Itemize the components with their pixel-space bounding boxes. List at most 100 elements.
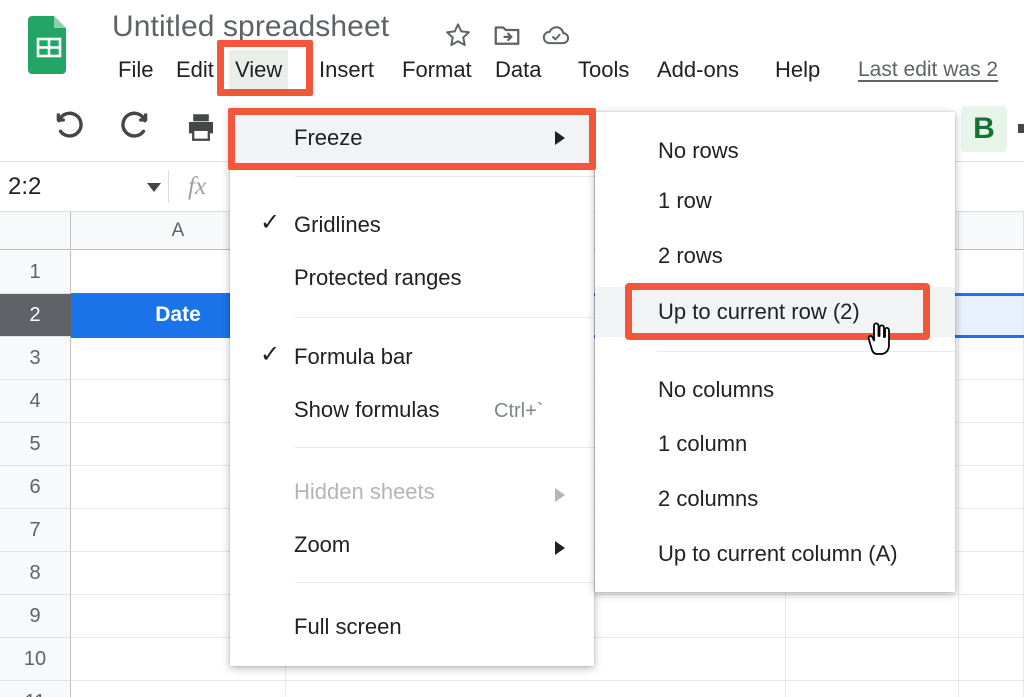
menu-item-freeze[interactable]: Freeze xyxy=(230,110,594,166)
column-header-d[interactable] xyxy=(959,212,1024,250)
submenu-item-2-rows[interactable]: 2 rows xyxy=(595,231,955,281)
cell-c10[interactable] xyxy=(786,638,959,681)
menu-item-hidden-sheets-label: Hidden sheets xyxy=(294,479,435,504)
menu-item-formula-bar-label: Formula bar xyxy=(294,344,413,369)
undo-icon[interactable] xyxy=(52,110,86,144)
submenu-item-2-columns-label: 2 columns xyxy=(658,486,759,511)
redo-icon[interactable] xyxy=(118,110,152,144)
menu-item-gridlines-label: Gridlines xyxy=(294,212,381,237)
more-caret-icon[interactable] xyxy=(1018,124,1024,133)
name-box[interactable]: 2:2 xyxy=(0,162,166,211)
menu-data[interactable]: Data xyxy=(489,50,547,90)
row-header-4[interactable]: 4 xyxy=(0,380,71,423)
submenu-item-2-rows-label: 2 rows xyxy=(658,243,723,268)
cell-b11[interactable] xyxy=(286,681,786,697)
submenu-item-2-columns[interactable]: 2 columns xyxy=(595,474,955,524)
submenu-item-no-rows[interactable]: No rows xyxy=(595,126,955,176)
menu-help[interactable]: Help xyxy=(769,50,826,90)
menu-tools[interactable]: Tools xyxy=(572,50,635,90)
menu-divider-1 xyxy=(295,176,594,177)
cell-d1[interactable] xyxy=(959,251,1024,294)
menu-edit[interactable]: Edit xyxy=(170,50,220,90)
menu-item-gridlines[interactable]: ✓ Gridlines xyxy=(230,200,594,250)
cell-d3[interactable] xyxy=(959,337,1024,380)
menu-item-show-formulas[interactable]: Show formulas Ctrl+` xyxy=(230,385,594,435)
submenu-item-up-to-current-column[interactable]: Up to current column (A) xyxy=(595,529,955,579)
cell-d10[interactable] xyxy=(959,638,1024,681)
menu-item-zoom-label: Zoom xyxy=(294,532,351,557)
cell-d7[interactable] xyxy=(959,509,1024,552)
pointer-hand-cursor xyxy=(867,322,890,355)
menu-item-show-formulas-label: Show formulas xyxy=(294,397,440,422)
cell-d5[interactable] xyxy=(959,423,1024,466)
submenu-divider-1 xyxy=(657,351,955,352)
row-header-9[interactable]: 9 xyxy=(0,595,71,638)
menu-view[interactable]: View xyxy=(229,50,289,90)
menu-divider-4 xyxy=(295,582,594,583)
print-icon[interactable] xyxy=(184,110,218,144)
menu-item-protected-ranges[interactable]: Protected ranges xyxy=(230,253,594,303)
row-header-2[interactable]: 2 xyxy=(0,294,71,337)
menu-bar: File Edit View Insert Format Data Tools … xyxy=(0,50,1024,90)
submenu-item-no-rows-label: No rows xyxy=(658,138,739,163)
submenu-item-up-to-current-row-label: Up to current row (2) xyxy=(658,299,860,324)
submenu-item-up-to-current-column-label: Up to current column (A) xyxy=(658,541,898,566)
menu-file[interactable]: File xyxy=(112,50,159,90)
submenu-item-up-to-current-row[interactable]: Up to current row (2) xyxy=(595,287,955,337)
view-menu-dropdown[interactable]: Freeze ✓ Gridlines Protected ranges ✓ Fo… xyxy=(230,110,594,666)
formula-bar-divider xyxy=(168,170,169,203)
menu-add-ons[interactable]: Add-ons xyxy=(651,50,745,90)
freeze-submenu[interactable]: No rows 1 row 2 rows Up to current row (… xyxy=(595,112,955,592)
cell-d11[interactable] xyxy=(959,681,1024,697)
cell-d9[interactable] xyxy=(959,595,1024,638)
row-header-11[interactable]: 11 xyxy=(0,681,71,697)
cell-d4[interactable] xyxy=(959,380,1024,423)
checkmark-icon: ✓ xyxy=(260,341,281,368)
menu-divider-3 xyxy=(295,447,594,448)
menu-item-freeze-label: Freeze xyxy=(294,125,363,150)
document-title[interactable]: Untitled spreadsheet xyxy=(112,10,389,44)
submenu-item-1-column-label: 1 column xyxy=(658,431,748,456)
cell-d2[interactable] xyxy=(959,294,1024,337)
cell-c11[interactable] xyxy=(786,681,959,697)
last-edit-link[interactable]: Last edit was 2 xyxy=(858,50,998,90)
row-header-3[interactable]: 3 xyxy=(0,337,71,380)
submenu-item-1-column[interactable]: 1 column xyxy=(595,419,955,469)
cloud-saved-icon[interactable] xyxy=(541,20,571,50)
name-box-value: 2:2 xyxy=(8,173,42,200)
submenu-item-no-columns-label: No columns xyxy=(658,377,775,402)
cell-d6[interactable] xyxy=(959,466,1024,509)
chevron-down-icon[interactable] xyxy=(147,183,161,192)
star-icon[interactable] xyxy=(443,20,473,50)
cell-c9[interactable] xyxy=(786,595,959,638)
row-header-1[interactable]: 1 xyxy=(0,251,71,294)
row-header-8[interactable]: 8 xyxy=(0,552,71,595)
select-all-corner[interactable] xyxy=(0,212,71,250)
row-header-5[interactable]: 5 xyxy=(0,423,71,466)
row-header-10[interactable]: 10 xyxy=(0,638,71,681)
menu-item-show-formulas-accel: Ctrl+` xyxy=(494,400,544,422)
move-to-folder-icon[interactable] xyxy=(492,20,522,50)
google-sheets-window: Untitled spreadsheet File Edit View Inse… xyxy=(0,0,1024,697)
cell-a11[interactable] xyxy=(71,681,286,697)
row-header-7[interactable]: 7 xyxy=(0,509,71,552)
row-header-6[interactable]: 6 xyxy=(0,466,71,509)
chevron-right-icon xyxy=(555,488,565,502)
chevron-right-icon xyxy=(555,541,565,555)
menu-item-protected-ranges-label: Protected ranges xyxy=(294,265,462,290)
bold-button[interactable]: B xyxy=(961,106,1007,152)
menu-item-formula-bar[interactable]: ✓ Formula bar xyxy=(230,332,594,382)
cell-d8[interactable] xyxy=(959,552,1024,595)
menu-insert[interactable]: Insert xyxy=(313,50,380,90)
menu-item-full-screen[interactable]: Full screen xyxy=(230,602,594,652)
chevron-right-icon xyxy=(555,131,565,145)
menu-format[interactable]: Format xyxy=(396,50,478,90)
submenu-item-1-row-label: 1 row xyxy=(658,188,712,213)
function-icon[interactable]: fx xyxy=(188,173,206,201)
submenu-item-no-columns[interactable]: No columns xyxy=(595,365,955,415)
submenu-item-1-row[interactable]: 1 row xyxy=(595,176,955,226)
menu-item-full-screen-label: Full screen xyxy=(294,614,402,639)
menu-item-zoom[interactable]: Zoom xyxy=(230,520,594,570)
menu-item-hidden-sheets: Hidden sheets xyxy=(230,467,594,517)
menu-divider-2 xyxy=(295,317,594,318)
